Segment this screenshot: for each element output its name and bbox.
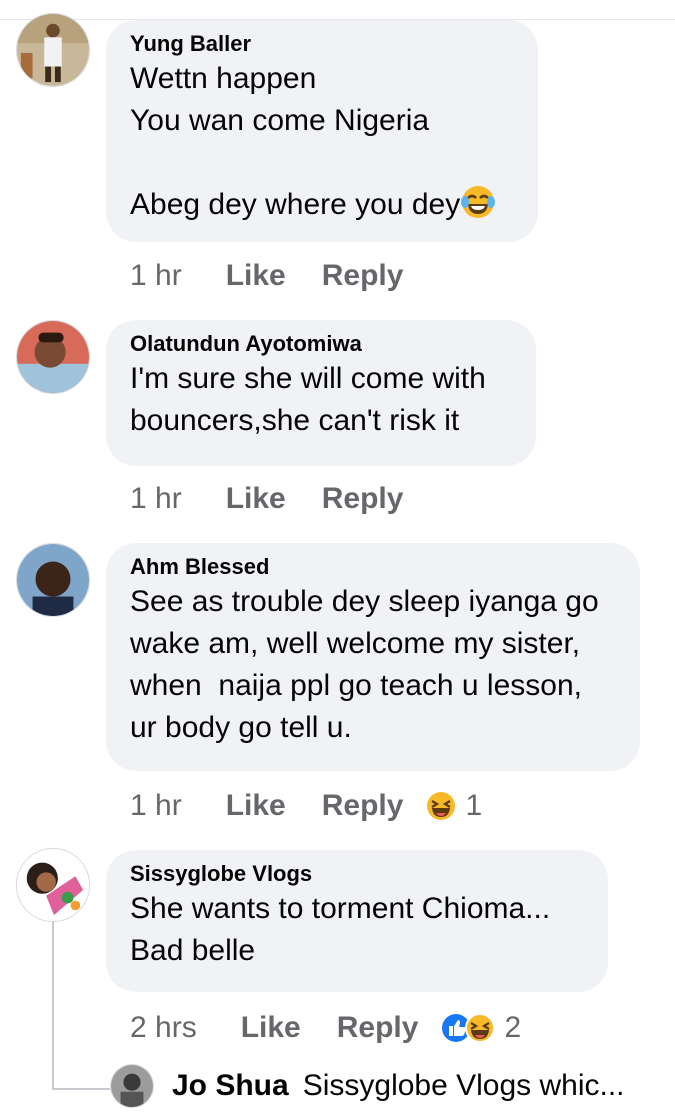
comment-text-body: Wettn happen You wan come Nigeria Abeg d… (130, 62, 461, 221)
comment-text: She wants to torment Chioma... Bad belle (130, 892, 551, 967)
comment-time[interactable]: 1 hr (130, 481, 182, 517)
comment-author[interactable]: Olatundun Ayotomiwa (130, 330, 512, 358)
comment-text: I'm sure she will come with bouncers,she… (130, 362, 486, 437)
comment-author[interactable]: Sissyglobe Vlogs (130, 860, 584, 888)
comment-time[interactable]: 1 hr (130, 788, 182, 824)
comment-bubble: Ahm Blessed See as trouble dey sleep iya… (106, 543, 640, 771)
profile-photo-icon (17, 321, 89, 393)
thread-line (52, 922, 54, 1090)
reply-author[interactable]: Jo Shua (172, 1069, 289, 1103)
reply-preview[interactable]: Jo Shua Sissyglobe Vlogs whic... (110, 1062, 625, 1110)
reply-text: Sissyglobe Vlogs whic... (302, 1069, 625, 1102)
like-button[interactable]: Like (226, 481, 286, 517)
comments-page: Yung Baller Wettn happen You wan come Ni… (0, 0, 675, 1115)
reaction-count[interactable]: 2 (504, 1010, 521, 1046)
like-button[interactable]: Like (226, 788, 286, 824)
haha-icon (427, 792, 456, 820)
comment-bubble: Olatundun Ayotomiwa I'm sure she will co… (106, 320, 536, 466)
avatar[interactable] (110, 1064, 154, 1108)
reaction-count[interactable]: 1 (465, 788, 482, 824)
comment-actions: 1 hr Like Reply 1 (130, 788, 482, 824)
comment-author[interactable]: Ahm Blessed (130, 553, 616, 581)
comment-time[interactable]: 2 hrs (130, 1010, 197, 1046)
comment-time[interactable]: 1 hr (130, 258, 182, 294)
comment-bubble: Yung Baller Wettn happen You wan come Ni… (106, 20, 538, 242)
tears-of-joy-icon (461, 186, 496, 218)
like-button[interactable]: Like (241, 1010, 301, 1046)
profile-photo-icon (17, 849, 89, 921)
reply-button[interactable]: Reply (322, 788, 404, 824)
avatar[interactable] (16, 543, 90, 617)
avatar[interactable] (16, 13, 90, 87)
reply-button[interactable]: Reply (337, 1010, 419, 1046)
comment-actions: 1 hr Like Reply (130, 481, 439, 517)
reply-button[interactable]: Reply (322, 258, 404, 294)
profile-photo-icon (17, 544, 89, 616)
comment-text: See as trouble dey sleep iyanga go wake … (130, 585, 599, 744)
haha-icon (465, 1013, 496, 1043)
like-button[interactable]: Like (226, 258, 286, 294)
avatar[interactable] (16, 848, 90, 922)
comment-actions: 2 hrs Like Reply 2 (130, 1010, 521, 1046)
comment-text: Wettn happen You wan come Nigeria Abeg d… (130, 58, 514, 226)
thread-connector (52, 1088, 110, 1090)
reactions[interactable] (440, 1012, 496, 1044)
comment-author[interactable]: Yung Baller (130, 30, 514, 58)
comment-actions: 1 hr Like Reply (130, 258, 439, 294)
profile-photo-icon (17, 14, 89, 86)
comment-bubble: Sissyglobe Vlogs She wants to torment Ch… (106, 850, 608, 992)
avatar[interactable] (16, 320, 90, 394)
profile-photo-icon (111, 1065, 153, 1107)
reply-button[interactable]: Reply (322, 481, 404, 517)
reactions[interactable] (425, 790, 457, 822)
